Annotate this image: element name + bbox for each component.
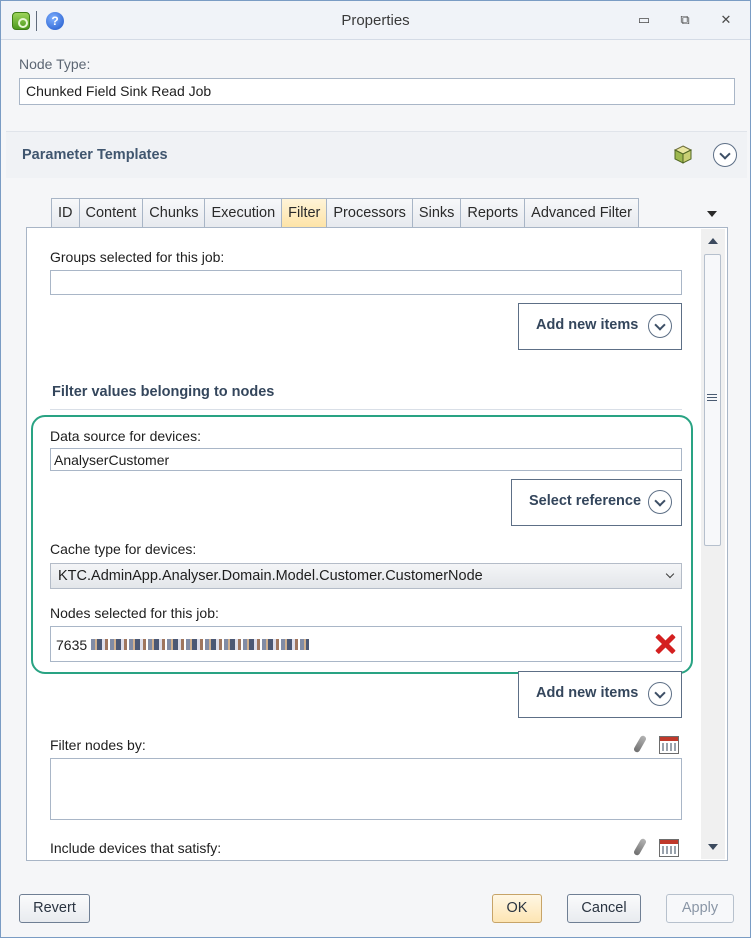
chevron-down-icon	[648, 682, 672, 706]
parameter-templates-section: Parameter Templates	[6, 131, 747, 178]
data-source-label: Data source for devices:	[50, 428, 201, 444]
section-title: Parameter Templates	[22, 147, 168, 163]
heading-divider	[50, 409, 682, 410]
scroll-up-arrow-icon[interactable]	[708, 238, 718, 244]
filter-panel: Groups selected for this job: Add new it…	[26, 227, 728, 861]
revert-button[interactable]: Revert	[19, 894, 90, 923]
tab-filter[interactable]: Filter	[281, 198, 327, 228]
chevron-down-icon	[648, 490, 672, 514]
cache-type-value: KTC.AdminApp.Analyser.Domain.Model.Custo…	[58, 568, 483, 584]
nodes-selected-list[interactable]: 7635	[50, 626, 682, 662]
collapse-section-chevron-icon[interactable]	[713, 143, 737, 167]
apply-button[interactable]: Apply	[666, 894, 734, 923]
wrench-icon[interactable]	[632, 734, 648, 754]
cancel-button[interactable]: Cancel	[567, 894, 641, 923]
restore-button[interactable]: ⧉	[675, 11, 695, 29]
tab-processors[interactable]: Processors	[326, 198, 412, 228]
select-reference-label: Select reference	[529, 493, 642, 509]
tab-reports[interactable]: Reports	[460, 198, 525, 228]
data-source-field[interactable]: AnalyserCustomer	[50, 448, 682, 471]
select-reference-button[interactable]: Select reference	[511, 479, 682, 526]
nodes-selected-label: Nodes selected for this job:	[50, 605, 219, 621]
add-new-items-label: Add new items	[536, 685, 639, 701]
remove-node-icon[interactable]	[655, 634, 675, 654]
data-source-value: AnalyserCustomer	[54, 452, 170, 468]
tab-id[interactable]: ID	[51, 198, 79, 228]
node-item-text: 7635	[56, 637, 88, 653]
wrench-icon[interactable]	[632, 837, 648, 857]
nodes-heading: Filter values belonging to nodes	[52, 384, 275, 400]
calendar-icon[interactable]	[659, 736, 679, 754]
scrollbar-grip-icon	[707, 394, 717, 402]
tab-advanced-filter[interactable]: Advanced Filter	[524, 198, 639, 228]
tab-content[interactable]: Content	[78, 198, 143, 228]
tab-chunks[interactable]: Chunks	[142, 198, 205, 228]
node-type-field[interactable]: Chunked Field Sink Read Job	[19, 78, 735, 105]
tab-overflow-arrow-icon[interactable]	[707, 211, 717, 217]
node-type-label: Node Type:	[19, 56, 91, 72]
filter-nodes-field[interactable]	[50, 758, 682, 820]
add-new-items-label: Add new items	[536, 317, 639, 333]
close-button[interactable]: ✕	[716, 11, 736, 29]
properties-window: ? Properties ▭ ⧉ ✕ Node Type: Chunked Fi…	[0, 0, 751, 938]
cache-type-label: Cache type for devices:	[50, 541, 197, 557]
chevron-down-icon	[648, 314, 672, 338]
filter-nodes-label: Filter nodes by:	[50, 737, 146, 753]
add-new-items-button[interactable]: Add new items	[518, 303, 682, 350]
calendar-icon[interactable]	[659, 839, 679, 857]
package-icon[interactable]	[673, 144, 693, 164]
include-devices-label: Include devices that satisfy:	[50, 840, 222, 856]
dropdown-chevron-icon	[665, 569, 675, 579]
groups-label: Groups selected for this job:	[50, 249, 225, 265]
groups-field[interactable]	[50, 270, 682, 295]
minimize-button[interactable]: ▭	[634, 11, 654, 29]
scroll-down-arrow-icon[interactable]	[708, 844, 718, 850]
redacted-node-name	[91, 639, 309, 650]
title-bar: ? Properties ▭ ⧉ ✕	[1, 1, 750, 40]
tab-execution[interactable]: Execution	[204, 198, 282, 228]
tab-sinks[interactable]: Sinks	[411, 198, 461, 228]
tab-strip: ID Content Chunks Execution Filter Proce…	[51, 198, 639, 228]
cache-type-select[interactable]: KTC.AdminApp.Analyser.Domain.Model.Custo…	[50, 563, 682, 589]
add-new-nodes-button[interactable]: Add new items	[518, 671, 682, 718]
ok-button[interactable]: OK	[492, 894, 542, 923]
